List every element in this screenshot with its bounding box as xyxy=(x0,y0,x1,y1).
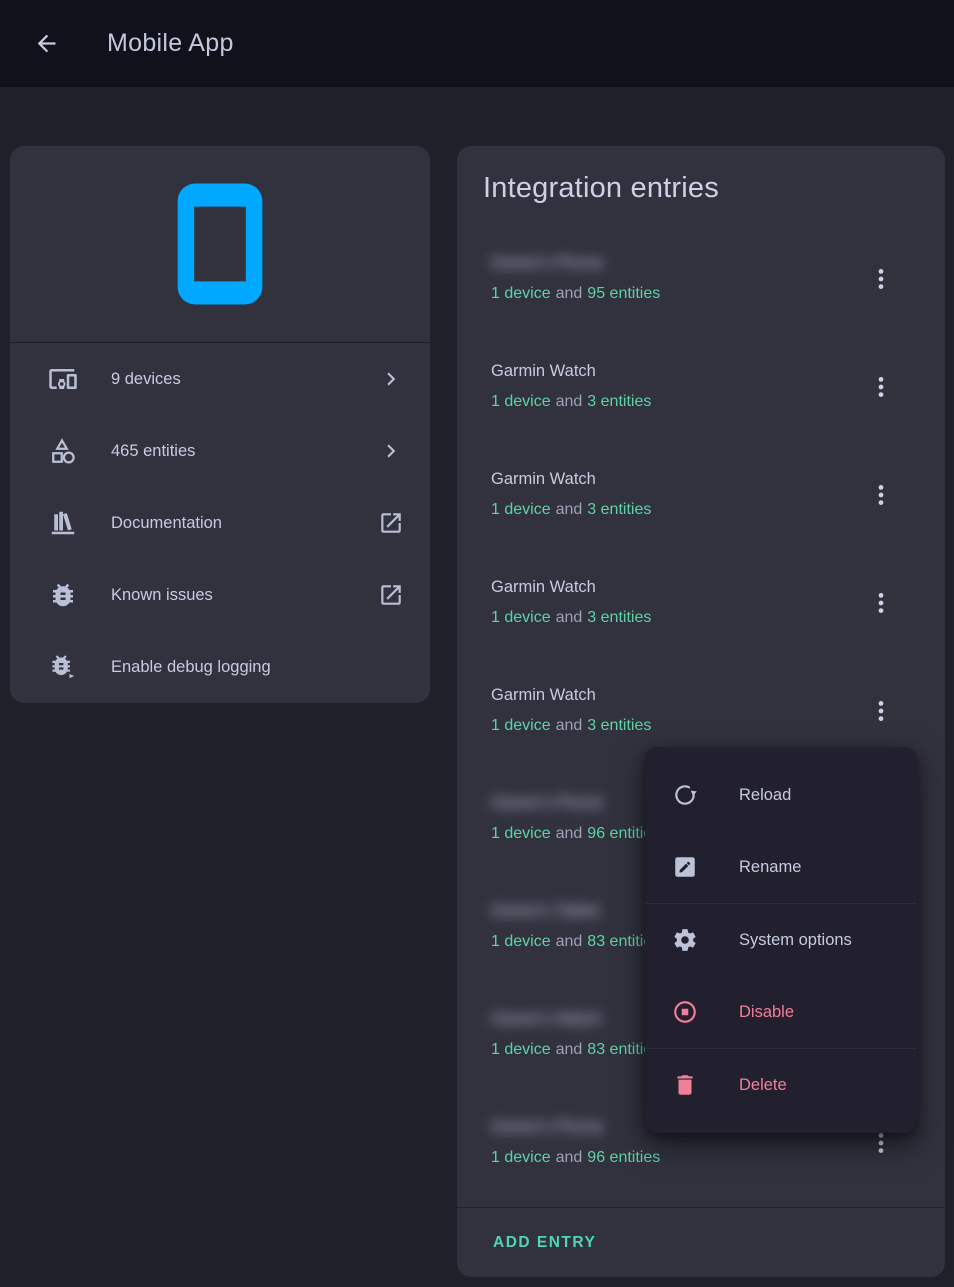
integration-entry: Garmin Watch 1 deviceand3 entities xyxy=(457,549,945,657)
devices-link[interactable]: 1 device xyxy=(491,285,551,302)
entities-row[interactable]: 465 entities xyxy=(10,415,430,487)
known-issues-row[interactable]: Known issues xyxy=(10,559,430,631)
devices-link[interactable]: 1 device xyxy=(491,393,551,410)
entry-name: Garmin Watch xyxy=(491,360,596,382)
enable-debug-logging-label: Enable debug logging xyxy=(111,658,404,677)
entries-card-title: Integration entries xyxy=(457,146,945,205)
devices-link[interactable]: 1 device xyxy=(491,717,551,734)
cellphone-icon xyxy=(154,178,286,310)
add-entry-button[interactable]: ADD ENTRY xyxy=(493,1224,596,1262)
entry-name: Owner's Phone xyxy=(491,792,603,814)
dots-vertical-icon xyxy=(868,266,894,292)
menu-item-disable[interactable]: Disable xyxy=(645,976,917,1048)
dots-vertical-icon xyxy=(868,374,894,400)
cog-icon xyxy=(672,927,698,953)
shapes-icon xyxy=(48,436,78,466)
entities-link[interactable]: 3 entities xyxy=(587,717,651,734)
entities-link[interactable]: 96 entities xyxy=(587,1149,660,1166)
reload-icon xyxy=(672,782,698,808)
devices-link[interactable]: 1 device xyxy=(491,933,551,950)
entry-summary: 1 deviceand3 entities xyxy=(491,499,845,521)
dots-vertical-icon xyxy=(868,590,894,616)
entry-menu-button[interactable] xyxy=(857,471,905,519)
bookshelf-icon xyxy=(48,508,78,538)
menu-item-label: System options xyxy=(739,931,852,950)
menu-item-label: Rename xyxy=(739,858,801,877)
devices-link[interactable]: 1 device xyxy=(491,1149,551,1166)
devices-link[interactable]: 1 device xyxy=(491,825,551,842)
open-in-new-icon xyxy=(378,510,404,536)
entities-link[interactable]: 3 entities xyxy=(587,609,651,626)
entry-summary: 1 deviceand95 entities xyxy=(491,283,845,305)
stop-circle-icon xyxy=(672,999,698,1025)
devices-link[interactable]: 1 device xyxy=(491,609,551,626)
entries-card-footer: ADD ENTRY xyxy=(457,1207,945,1277)
chevron-right-icon xyxy=(378,438,404,464)
menu-item-rename[interactable]: Rename xyxy=(645,831,917,903)
entry-summary: 1 deviceand3 entities xyxy=(491,391,845,413)
entry-name: Owner's Tablet xyxy=(491,900,599,922)
entities-link[interactable]: 3 entities xyxy=(587,501,651,518)
integration-entry: Garmin Watch 1 deviceand3 entities xyxy=(457,441,945,549)
entry-name: Owner's Phone xyxy=(491,1116,603,1138)
entry-menu-button[interactable] xyxy=(857,579,905,627)
entry-name: Garmin Watch xyxy=(491,576,596,598)
mobile-app-config-page: Mobile App 9 devices xyxy=(0,0,954,1287)
menu-item-label: Reload xyxy=(739,786,791,805)
open-in-new-icon xyxy=(378,582,404,608)
entry-menu-button[interactable] xyxy=(857,363,905,411)
devices-row[interactable]: 9 devices xyxy=(10,343,430,415)
dots-vertical-icon xyxy=(868,1130,894,1156)
entry-summary: 1 deviceand3 entities xyxy=(491,715,845,737)
known-issues-row-label: Known issues xyxy=(111,586,378,605)
entry-name: Garmin Watch xyxy=(491,684,596,706)
bug-play-icon xyxy=(48,652,78,682)
enable-debug-logging-row[interactable]: Enable debug logging xyxy=(10,631,430,703)
menu-item-reload[interactable]: Reload xyxy=(645,759,917,831)
entry-name: Owner's Watch xyxy=(491,1008,602,1030)
menu-item-delete[interactable]: Delete xyxy=(645,1049,917,1121)
delete-icon xyxy=(672,1072,698,1098)
integration-entry: Garmin Watch 1 deviceand3 entities xyxy=(457,333,945,441)
entities-link[interactable]: 95 entities xyxy=(587,285,660,302)
menu-item-system-options[interactable]: System options xyxy=(645,904,917,976)
documentation-row[interactable]: Documentation xyxy=(10,487,430,559)
entry-menu-button[interactable] xyxy=(857,687,905,735)
integration-entry: Owner's Phone 1 deviceand95 entities xyxy=(457,225,945,333)
dots-vertical-icon xyxy=(868,482,894,508)
entry-name: Owner's Phone xyxy=(491,252,603,274)
devices-row-label: 9 devices xyxy=(111,370,378,389)
entry-context-menu: Reload Rename System options Disable xyxy=(645,747,917,1133)
entities-row-label: 465 entities xyxy=(111,442,378,461)
page-title: Mobile App xyxy=(107,29,234,58)
rename-icon xyxy=(672,854,698,880)
devices-icon xyxy=(48,364,78,394)
entry-menu-button[interactable] xyxy=(857,255,905,303)
entry-summary: 1 deviceand96 entities xyxy=(491,1147,845,1169)
menu-item-label: Delete xyxy=(739,1076,787,1095)
bug-icon xyxy=(48,580,78,610)
chevron-right-icon xyxy=(378,366,404,392)
arrow-left-icon xyxy=(33,30,60,57)
entry-summary: 1 deviceand3 entities xyxy=(491,607,845,629)
entry-name: Garmin Watch xyxy=(491,468,596,490)
entities-link[interactable]: 3 entities xyxy=(587,393,651,410)
devices-link[interactable]: 1 device xyxy=(491,501,551,518)
integration-icon-area xyxy=(10,146,430,343)
dots-vertical-icon xyxy=(868,698,894,724)
app-header: Mobile App xyxy=(0,0,954,87)
integration-info-card: 9 devices 465 entities xyxy=(10,146,430,703)
documentation-row-label: Documentation xyxy=(111,514,378,533)
back-button[interactable] xyxy=(22,20,70,68)
menu-item-label: Disable xyxy=(739,1003,794,1022)
devices-link[interactable]: 1 device xyxy=(491,1041,551,1058)
